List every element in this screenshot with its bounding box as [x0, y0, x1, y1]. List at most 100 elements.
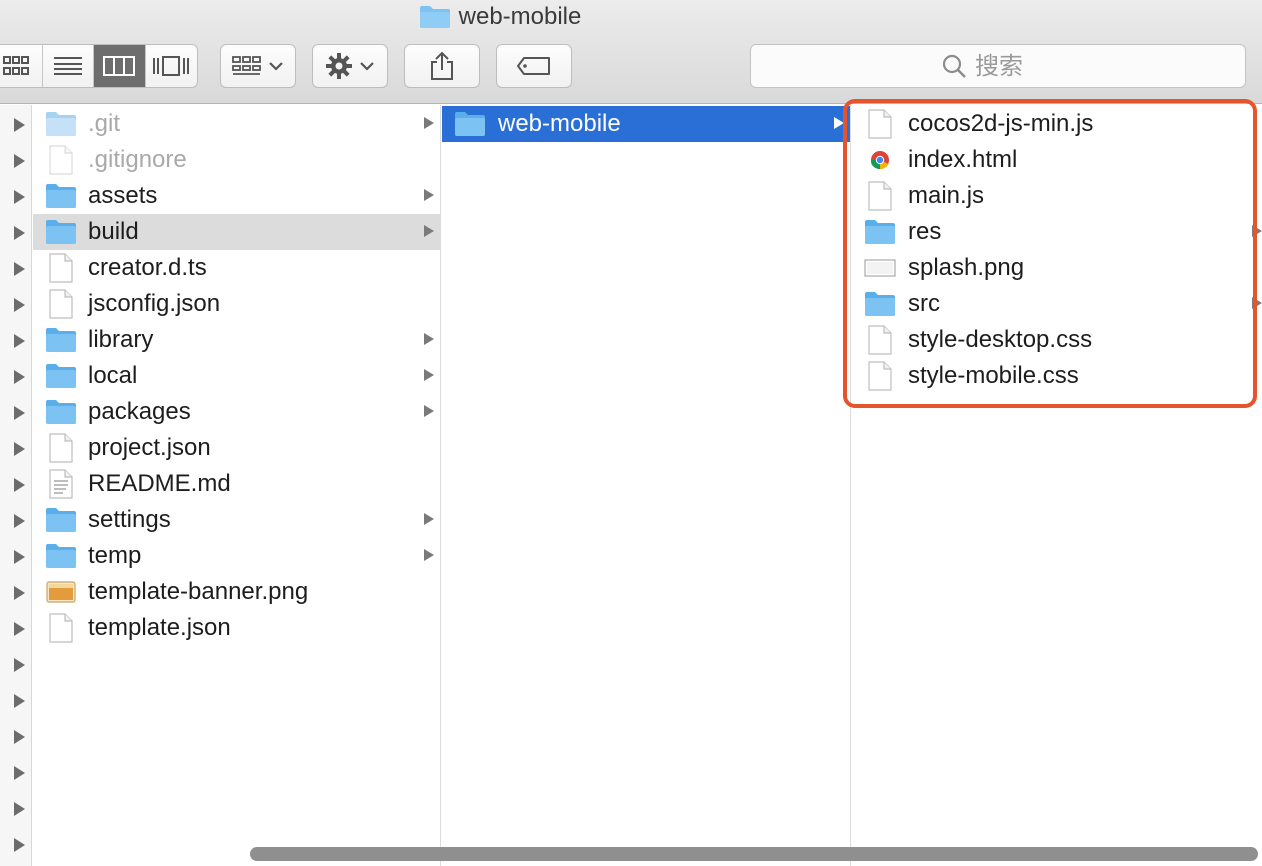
list-item[interactable]: template-banner.png: [33, 574, 440, 610]
list-item[interactable]: .git: [33, 106, 440, 142]
view-mode-control[interactable]: [0, 44, 198, 88]
list-item[interactable]: assets: [33, 178, 440, 214]
column-web-mobile[interactable]: cocos2d-js-min.js index.html main.js res spl…: [852, 105, 1262, 866]
disclosure-arrow-icon[interactable]: [14, 550, 25, 564]
disclosure-arrow-icon[interactable]: [14, 766, 25, 780]
disclosure-arrow-icon[interactable]: [14, 262, 25, 276]
tags-button[interactable]: [496, 44, 572, 88]
share-icon: [431, 51, 453, 80]
column-left-gutter: [0, 105, 32, 866]
list-item[interactable]: project.json: [33, 430, 440, 466]
disclosure-arrow-icon[interactable]: [14, 694, 25, 708]
disclosure-arrow-icon[interactable]: [14, 622, 25, 636]
disclosure-arrow-icon[interactable]: [14, 838, 25, 852]
disclosure-arrow-icon: [834, 117, 844, 129]
item-name: style-desktop.css: [908, 326, 1093, 353]
column-build[interactable]: web-mobile: [442, 105, 851, 866]
list-item[interactable]: index.html: [852, 142, 1262, 178]
item-name: library: [88, 326, 154, 353]
search-field[interactable]: [750, 44, 1246, 88]
horizontal-scrollbar[interactable]: [250, 847, 1258, 861]
arrange-button[interactable]: [220, 44, 296, 88]
image-icon: [864, 254, 896, 282]
disclosure-arrow-icon[interactable]: [14, 514, 25, 528]
item-name: template.json: [88, 614, 231, 641]
file-icon: [864, 109, 896, 139]
item-name: splash.png: [908, 254, 1025, 281]
folder-icon: [864, 290, 896, 318]
folder-icon: [454, 110, 486, 138]
disclosure-arrow-icon[interactable]: [14, 586, 25, 600]
disclosure-arrow-icon[interactable]: [14, 730, 25, 744]
list-item[interactable]: README.md: [33, 466, 440, 502]
list-item[interactable]: res: [852, 214, 1262, 250]
item-name: .git: [88, 110, 121, 137]
disclosure-arrow-icon[interactable]: [14, 334, 25, 348]
list-view-button[interactable]: [43, 45, 94, 87]
list-item[interactable]: library: [33, 322, 440, 358]
item-name: assets: [88, 182, 158, 209]
file-icon: [864, 325, 896, 355]
list-item[interactable]: packages: [33, 394, 440, 430]
disclosure-arrow-icon[interactable]: [14, 154, 25, 168]
list-item[interactable]: build: [33, 214, 440, 250]
disclosure-arrow-icon[interactable]: [14, 658, 25, 672]
list-item[interactable]: src: [852, 286, 1262, 322]
disclosure-arrow-icon[interactable]: [14, 370, 25, 384]
list-item[interactable]: creator.d.ts: [33, 250, 440, 286]
item-name: creator.d.ts: [88, 254, 207, 281]
folder-icon: [45, 182, 77, 210]
column-project[interactable]: .git .gitignore assets build creator.d.ts jsc…: [33, 105, 441, 866]
file-icon: [45, 613, 77, 643]
list-item[interactable]: style-mobile.css: [852, 358, 1262, 394]
disclosure-arrow-icon[interactable]: [14, 442, 25, 456]
column-view-button[interactable]: [94, 45, 146, 87]
cover-flow-view-button[interactable]: [146, 45, 198, 87]
item-name: style-mobile.css: [908, 362, 1079, 389]
list-item[interactable]: .gitignore: [33, 142, 440, 178]
search-icon: [942, 54, 966, 78]
search-input[interactable]: [975, 52, 1055, 80]
folder-icon: [45, 110, 77, 138]
tag-icon: [517, 57, 550, 75]
list-item[interactable]: template.json: [33, 610, 440, 646]
action-button[interactable]: [312, 44, 388, 88]
file-icon: [864, 361, 896, 391]
disclosure-arrow-icon[interactable]: [14, 118, 25, 132]
disclosure-arrow-icon[interactable]: [14, 406, 25, 420]
list-item[interactable]: temp: [33, 538, 440, 574]
file-icon: [45, 253, 77, 283]
icon-view-button[interactable]: [0, 45, 43, 87]
folder-icon: [864, 218, 896, 246]
disclosure-arrow-icon: [1252, 225, 1262, 237]
list-item[interactable]: main.js: [852, 178, 1262, 214]
disclosure-arrow-icon[interactable]: [14, 226, 25, 240]
item-name: index.html: [908, 146, 1018, 173]
folder-icon: [45, 398, 77, 426]
list-item[interactable]: style-desktop.css: [852, 322, 1262, 358]
list-item[interactable]: cocos2d-js-min.js: [852, 106, 1262, 142]
arrange-grid-icon: [232, 56, 261, 75]
item-name: build: [88, 218, 139, 245]
list-item[interactable]: local: [33, 358, 440, 394]
disclosure-arrow-icon[interactable]: [14, 802, 25, 816]
disclosure-arrow-icon[interactable]: [14, 190, 25, 204]
disclosure-arrow-icon[interactable]: [14, 478, 25, 492]
disclosure-arrow-icon[interactable]: [14, 298, 25, 312]
item-name: main.js: [908, 182, 985, 209]
item-name: settings: [88, 506, 171, 533]
list-item[interactable]: jsconfig.json: [33, 286, 440, 322]
disclosure-arrow-icon: [424, 549, 434, 561]
folder-icon: [45, 542, 77, 570]
disclosure-arrow-icon: [424, 189, 434, 201]
list-item[interactable]: settings: [33, 502, 440, 538]
item-name: template-banner.png: [88, 578, 309, 605]
disclosure-arrow-icon: [424, 405, 434, 417]
list-item[interactable]: splash.png: [852, 250, 1262, 286]
list-item[interactable]: web-mobile: [442, 106, 850, 142]
chevron-down-icon: [360, 62, 374, 71]
folder-icon: [45, 218, 77, 246]
folder-icon: [419, 6, 450, 28]
share-button[interactable]: [404, 44, 480, 88]
list-icon: [53, 57, 82, 75]
